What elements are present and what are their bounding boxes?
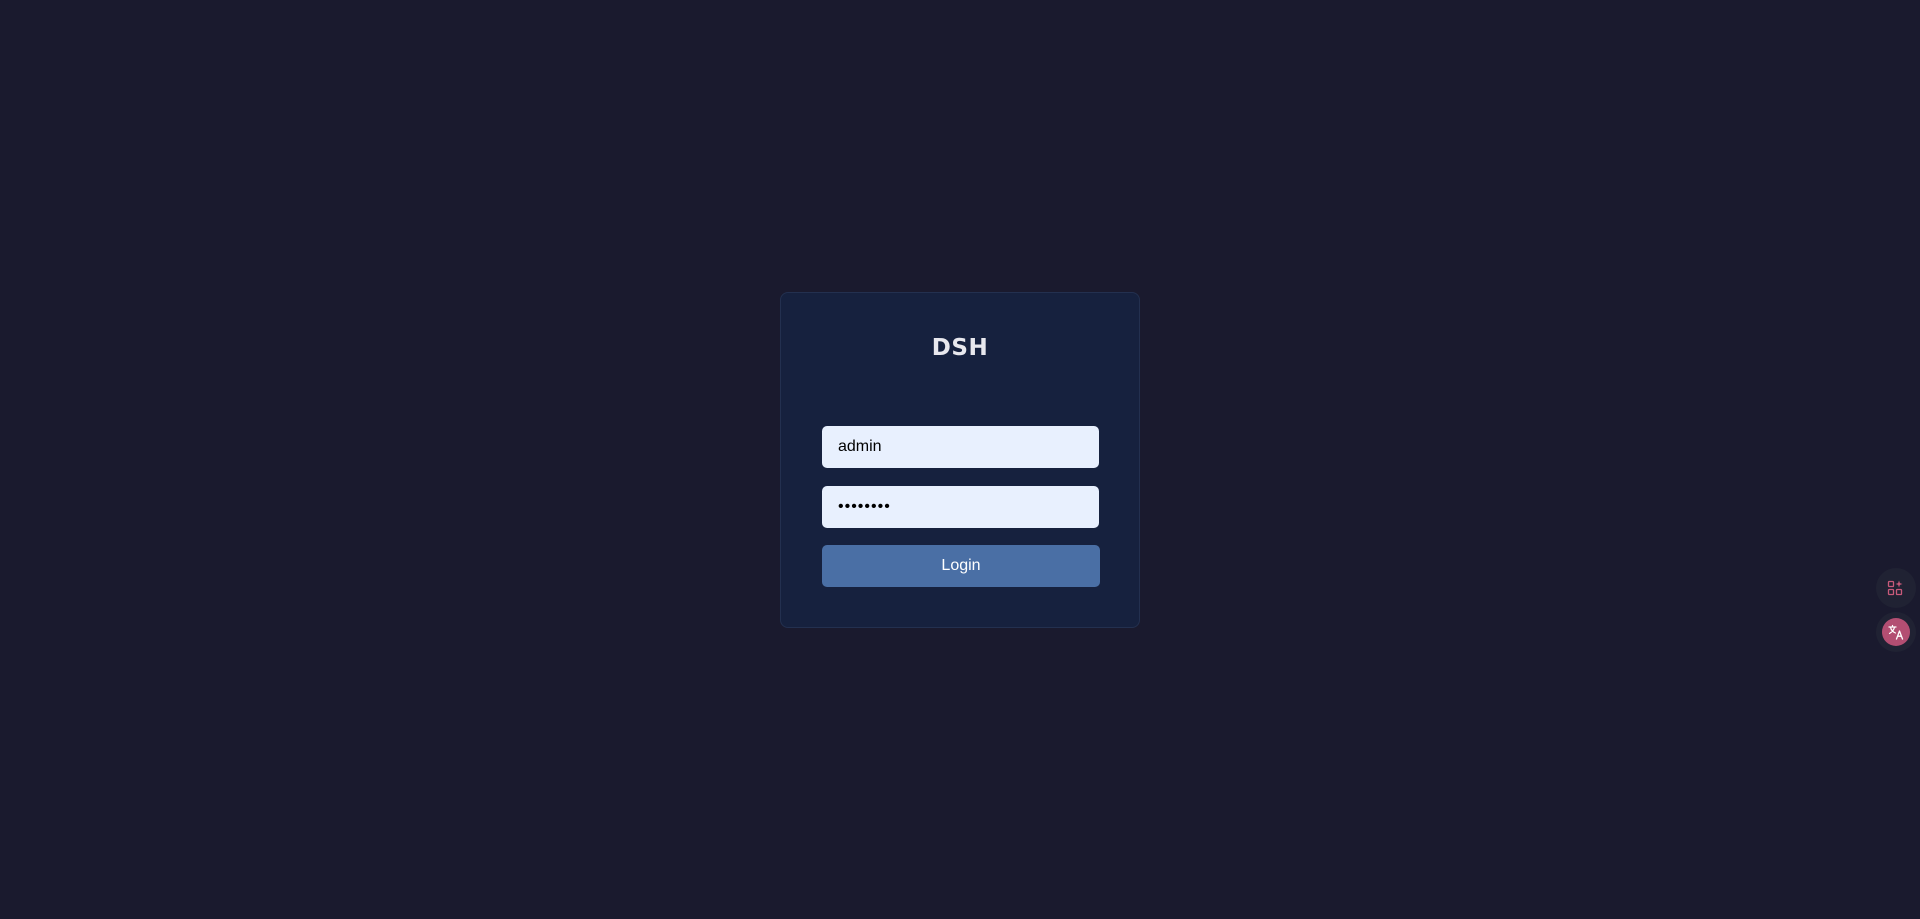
apps-sparkle-icon — [1887, 580, 1903, 596]
apps-sparkle-button[interactable] — [1876, 568, 1916, 608]
login-card: DSH Login — [780, 292, 1140, 628]
translate-badge — [1882, 618, 1910, 646]
username-input[interactable] — [822, 426, 1099, 468]
translate-icon — [1888, 624, 1904, 640]
app-title: DSH — [931, 335, 989, 361]
translate-button[interactable] — [1876, 612, 1916, 652]
password-input[interactable] — [822, 486, 1099, 528]
login-page: DSH Login — [0, 0, 1920, 919]
login-button[interactable]: Login — [822, 545, 1100, 587]
